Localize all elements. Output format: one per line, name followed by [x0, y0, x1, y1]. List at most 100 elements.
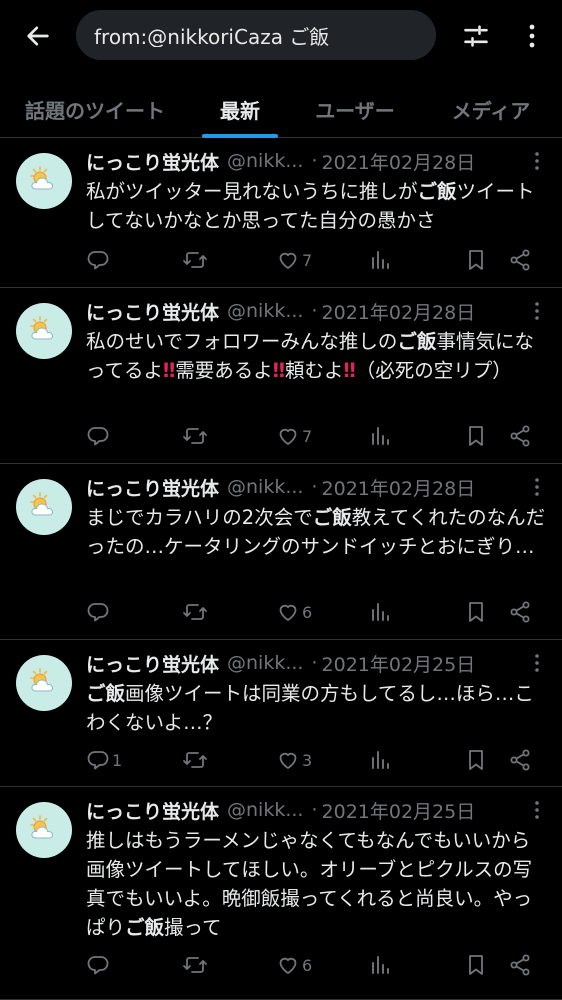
tweet-more-button[interactable]: [526, 651, 548, 675]
user-handle[interactable]: @nikk...: [227, 799, 303, 821]
back-button[interactable]: [18, 18, 58, 54]
tweet-text: 私がツイッター見れないうちに推しがご飯ツイートしてないかなとか思ってた自分の愚か…: [86, 177, 548, 235]
search-bar[interactable]: [76, 10, 436, 60]
sun-cloud-icon: [30, 166, 54, 190]
bookmark-button[interactable]: [464, 746, 488, 774]
views-button[interactable]: [368, 422, 392, 450]
tab-people[interactable]: ユーザー: [290, 80, 420, 138]
display-name[interactable]: にっこり蛍光体: [86, 474, 219, 501]
retweet-button[interactable]: [182, 951, 210, 979]
tweet-date[interactable]: 2021年02月25日: [322, 797, 476, 824]
search-input[interactable]: [94, 23, 414, 47]
highlighted-keyword: ご飯: [417, 180, 457, 203]
views-icon: [372, 956, 389, 974]
tweet-date[interactable]: 2021年02月28日: [322, 148, 476, 175]
like-count: 7: [302, 250, 313, 270]
display-name[interactable]: にっこり蛍光体: [86, 650, 219, 677]
tweet[interactable]: にっこり蛍光体 @nikk... · 2021年02月28日 まじでカラハリの2…: [0, 465, 562, 640]
reply-icon: [87, 427, 109, 446]
reply-count: 1: [112, 750, 123, 770]
tab-latest[interactable]: 最新: [190, 80, 290, 138]
views-button[interactable]: [368, 246, 392, 274]
reply-button[interactable]: [86, 598, 112, 626]
share-button[interactable]: [508, 246, 532, 274]
avatar[interactable]: [16, 303, 72, 359]
more-vertical-icon: [529, 24, 535, 48]
like-button[interactable]: 6: [276, 951, 312, 979]
like-button[interactable]: 7: [276, 246, 312, 274]
tweet-more-button[interactable]: [526, 299, 548, 323]
text-segment: 需要あるよ: [175, 359, 273, 382]
sun-cloud-icon: [30, 492, 54, 516]
tweet-date[interactable]: 2021年02月25日: [322, 650, 476, 677]
views-button[interactable]: [368, 746, 392, 774]
retweet-icon: [183, 957, 207, 973]
search-filter-button[interactable]: [456, 18, 496, 54]
bookmark-button[interactable]: [464, 422, 488, 450]
separator-dot: ·: [311, 652, 318, 674]
tab-top[interactable]: 話題のツイート: [0, 80, 190, 138]
bookmark-button[interactable]: [464, 246, 488, 274]
tweet-text: 私のせいでフォロワーみんな推しのご飯事情気になってるよ‼需要あるよ‼頼むよ‼（必…: [86, 327, 548, 385]
share-button[interactable]: [508, 598, 532, 626]
reply-button[interactable]: [86, 951, 112, 979]
user-handle[interactable]: @nikk...: [227, 150, 303, 172]
like-button[interactable]: 7: [276, 422, 312, 450]
tweet[interactable]: にっこり蛍光体 @nikk... · 2021年02月28日 私のせいでフォロワ…: [0, 289, 562, 464]
views-button[interactable]: [368, 951, 392, 979]
share-button[interactable]: [508, 422, 532, 450]
tweet-more-button[interactable]: [526, 475, 548, 499]
like-count: 6: [302, 955, 313, 975]
share-icon: [510, 425, 530, 447]
avatar[interactable]: [16, 655, 72, 711]
retweet-icon: [183, 752, 207, 768]
more-options-button[interactable]: [514, 18, 550, 54]
views-icon: [372, 603, 389, 621]
text-segment: 私のせいでフォロワーみんな推しの: [86, 330, 398, 353]
reply-icon: [87, 251, 109, 270]
double-exclamation-emoji: ‼: [272, 359, 286, 382]
reply-button[interactable]: [86, 422, 112, 450]
display-name[interactable]: にっこり蛍光体: [86, 298, 219, 325]
bookmark-icon: [469, 602, 483, 622]
heart-icon: [279, 752, 297, 769]
retweet-button[interactable]: [182, 598, 210, 626]
user-handle[interactable]: @nikk...: [227, 300, 303, 322]
tweet-header: にっこり蛍光体 @nikk... · 2021年02月28日: [86, 473, 475, 501]
text-segment: 撮って: [164, 916, 222, 939]
reply-button[interactable]: [86, 246, 112, 274]
bookmark-icon: [469, 426, 483, 446]
tweet[interactable]: にっこり蛍光体 @nikk... · 2021年02月25日 ご飯画像ツイートは…: [0, 641, 562, 787]
retweet-button[interactable]: [182, 422, 210, 450]
bookmark-button[interactable]: [464, 598, 488, 626]
user-handle[interactable]: @nikk...: [227, 476, 303, 498]
like-button[interactable]: 3: [276, 746, 312, 774]
user-handle[interactable]: @nikk...: [227, 652, 303, 674]
share-button[interactable]: [508, 746, 532, 774]
retweet-button[interactable]: [182, 746, 210, 774]
tweet[interactable]: にっこり蛍光体 @nikk... · 2021年02月28日 私がツイッター見れ…: [0, 139, 562, 288]
display-name[interactable]: にっこり蛍光体: [86, 148, 219, 175]
avatar[interactable]: [16, 479, 72, 535]
tweet-date[interactable]: 2021年02月28日: [322, 474, 476, 501]
tweet-date[interactable]: 2021年02月28日: [322, 298, 476, 325]
tweet-more-button[interactable]: [526, 798, 548, 822]
tab-media[interactable]: メディア: [420, 80, 562, 138]
search-tabs: 話題のツイート 最新 ユーザー メディア: [0, 80, 562, 138]
tweet-text: まじでカラハリの2次会でご飯教えてくれたのなんだったの…ケータリングのサンドイッ…: [86, 503, 548, 561]
reply-button[interactable]: 1: [86, 746, 122, 774]
share-button[interactable]: [508, 951, 532, 979]
like-button[interactable]: 6: [276, 598, 312, 626]
views-button[interactable]: [368, 598, 392, 626]
display-name[interactable]: にっこり蛍光体: [86, 797, 219, 824]
avatar[interactable]: [16, 153, 72, 209]
retweet-button[interactable]: [182, 246, 210, 274]
separator-dot: ·: [311, 799, 318, 821]
arrow-left-icon: [27, 26, 49, 46]
tweet[interactable]: にっこり蛍光体 @nikk... · 2021年02月25日 推しはもうラーメン…: [0, 788, 562, 1000]
bookmark-button[interactable]: [464, 951, 488, 979]
avatar[interactable]: [16, 802, 72, 858]
tweet-more-button[interactable]: [526, 149, 548, 173]
double-exclamation-emoji: ‼: [343, 359, 356, 382]
tweet-header: にっこり蛍光体 @nikk... · 2021年02月28日: [86, 297, 475, 325]
